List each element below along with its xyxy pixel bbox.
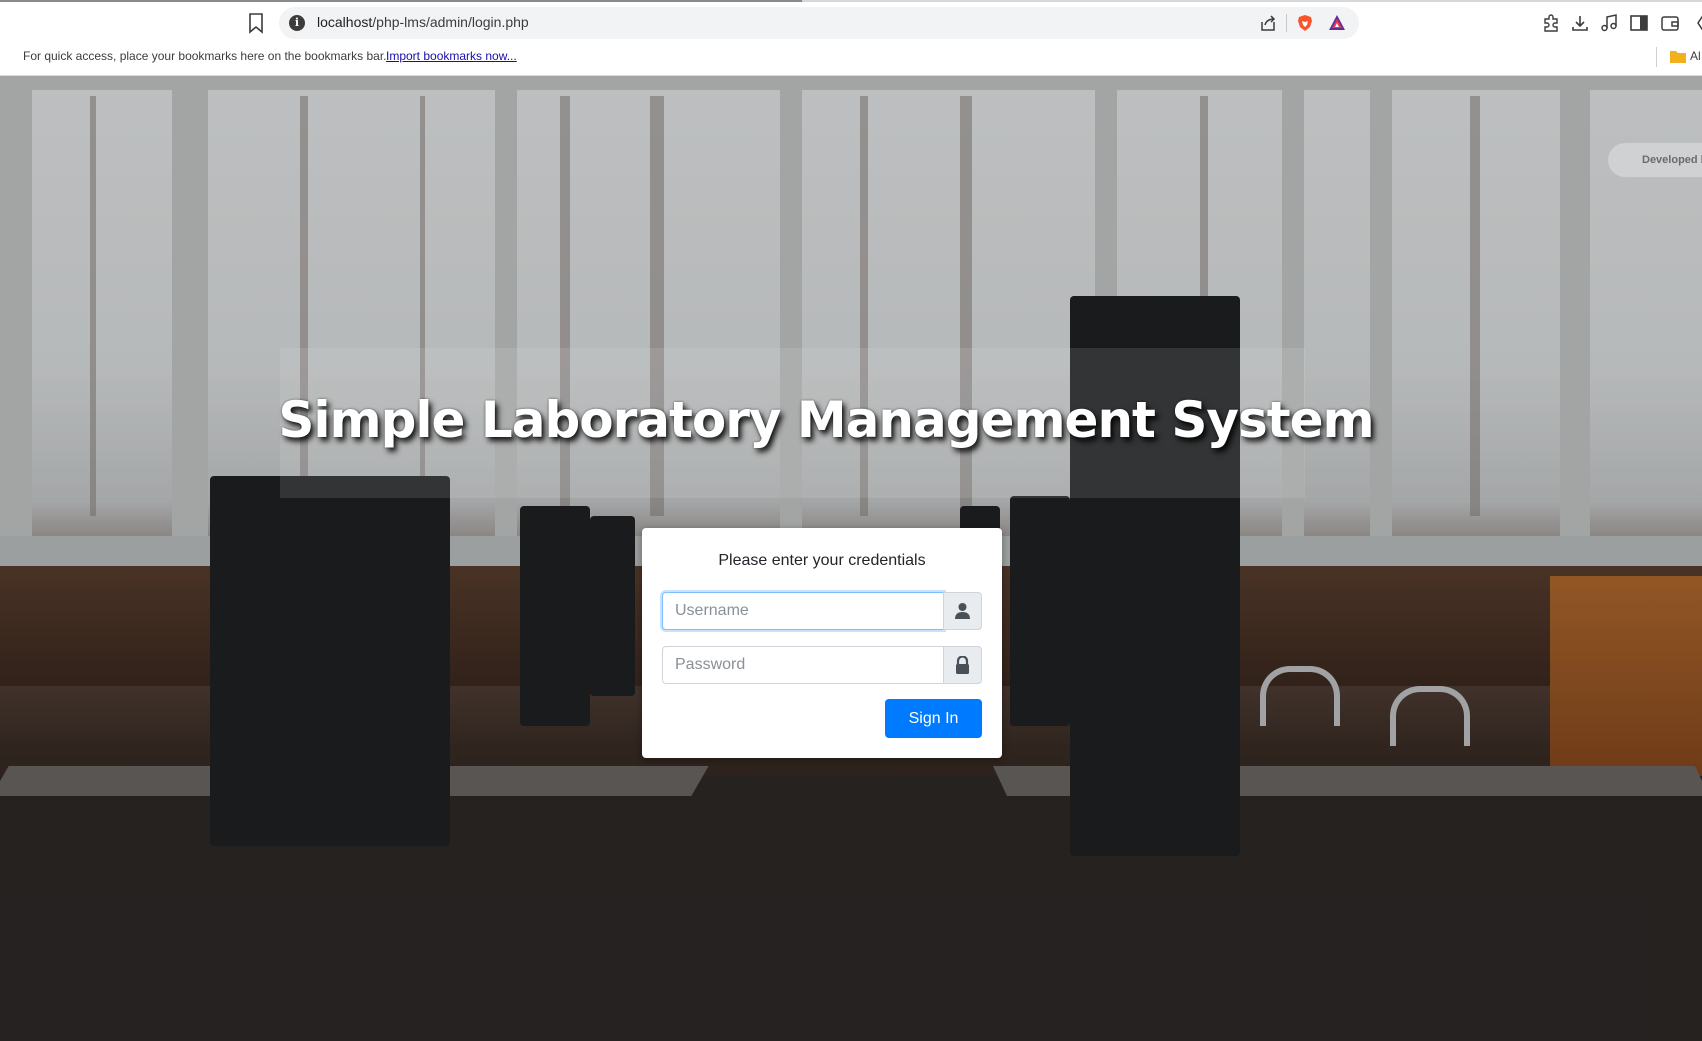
login-page-background: Simple Laboratory Management System Deve… — [0, 76, 1702, 1041]
brave-rewards-icon[interactable] — [1328, 14, 1346, 32]
all-bookmarks-button[interactable]: Al — [1690, 49, 1701, 63]
leo-icon[interactable] — [1688, 13, 1702, 33]
sign-in-button[interactable]: Sign In — [885, 699, 982, 738]
brave-shields-icon[interactable] — [1296, 14, 1314, 32]
wallet-icon[interactable] — [1660, 13, 1680, 33]
sidebar-icon[interactable] — [1629, 13, 1649, 33]
url-path: /php-lms/admin/login.php — [372, 14, 529, 30]
bookmarks-separator — [1656, 47, 1657, 67]
url-text[interactable]: localhost/php-lms/admin/login.php — [317, 14, 529, 30]
password-input[interactable] — [662, 646, 944, 684]
bookmark-icon[interactable] — [246, 12, 266, 34]
omnibox-separator — [1286, 14, 1287, 32]
password-group — [662, 646, 982, 684]
bookmarks-bar-message: For quick access, place your bookmarks h… — [23, 49, 387, 63]
password-addon — [943, 646, 982, 684]
page-load-progress — [0, 0, 802, 2]
browser-toolbar: i localhost/php-lms/admin/login.php — [0, 0, 1702, 40]
downloads-icon[interactable] — [1570, 13, 1590, 33]
import-bookmarks-link[interactable]: Import bookmarks now... — [386, 49, 517, 63]
site-info-icon[interactable]: i — [289, 15, 305, 31]
username-group — [662, 592, 982, 630]
login-card: Please enter your credentials Sign In — [642, 528, 1002, 758]
url-host: localhost — [317, 14, 373, 30]
username-input[interactable] — [662, 592, 944, 630]
username-addon — [943, 592, 982, 630]
user-icon — [955, 603, 970, 619]
bookmarks-bar: For quick access, place your bookmarks h… — [0, 40, 1702, 76]
page-title: Simple Laboratory Management System — [278, 391, 1374, 449]
extensions-icon[interactable] — [1541, 13, 1561, 33]
address-bar[interactable]: i localhost/php-lms/admin/login.php — [279, 7, 1359, 39]
media-icon[interactable] — [1599, 13, 1619, 33]
lock-icon — [956, 656, 969, 674]
login-message: Please enter your credentials — [718, 552, 926, 569]
developed-by-badge[interactable]: Developed b — [1608, 143, 1702, 177]
share-icon[interactable] — [1259, 14, 1277, 32]
folder-icon — [1670, 51, 1686, 63]
